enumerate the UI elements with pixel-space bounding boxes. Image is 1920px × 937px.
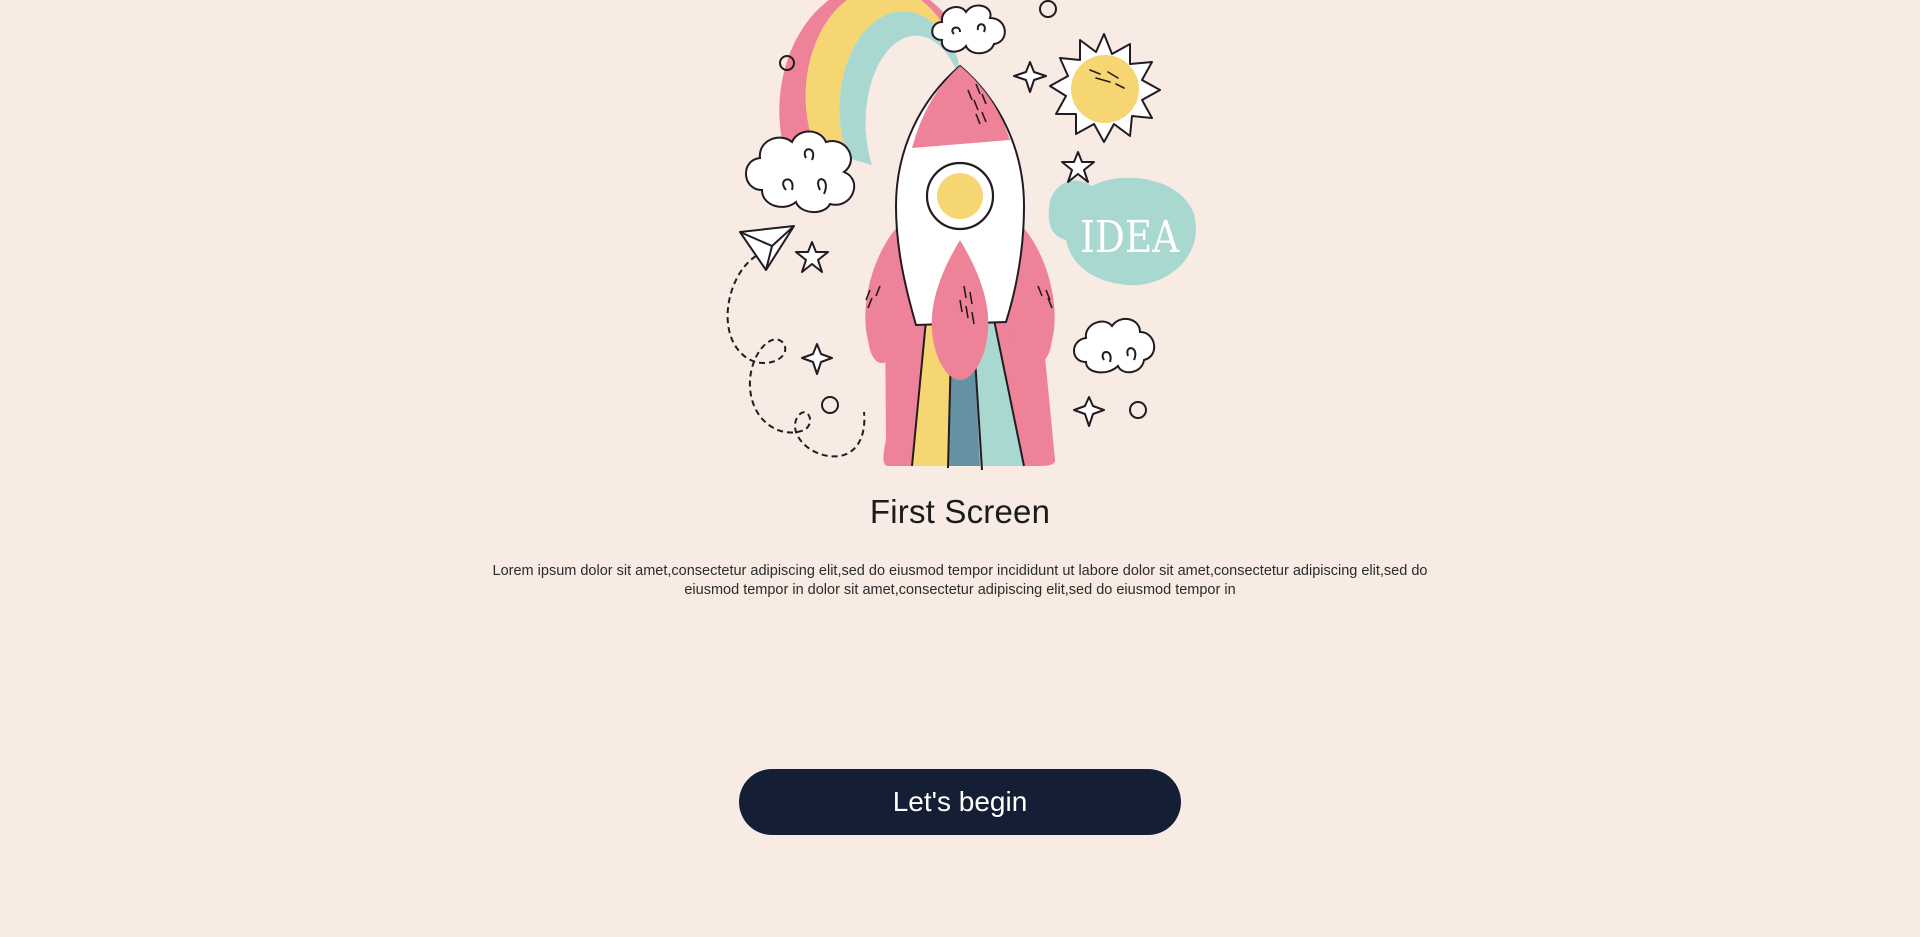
idea-label: IDEA xyxy=(1080,211,1180,263)
cloud-icon xyxy=(745,130,856,213)
page-title: First Screen xyxy=(869,493,1051,530)
page-description: Lorem ipsum dolor sit amet,consectetur a… xyxy=(492,563,1428,598)
cloud-icon xyxy=(1073,317,1155,374)
sun-icon xyxy=(1049,33,1161,143)
speech-bubble-icon: IDEA xyxy=(1048,177,1196,286)
lets-begin-button[interactable]: Let's begin xyxy=(739,769,1181,835)
rocket-illustration: IDEA xyxy=(726,0,1196,471)
flight-path xyxy=(726,255,866,458)
first-screen: IDEA First Screen Lorem ipsum dolor sit … xyxy=(0,0,1920,937)
